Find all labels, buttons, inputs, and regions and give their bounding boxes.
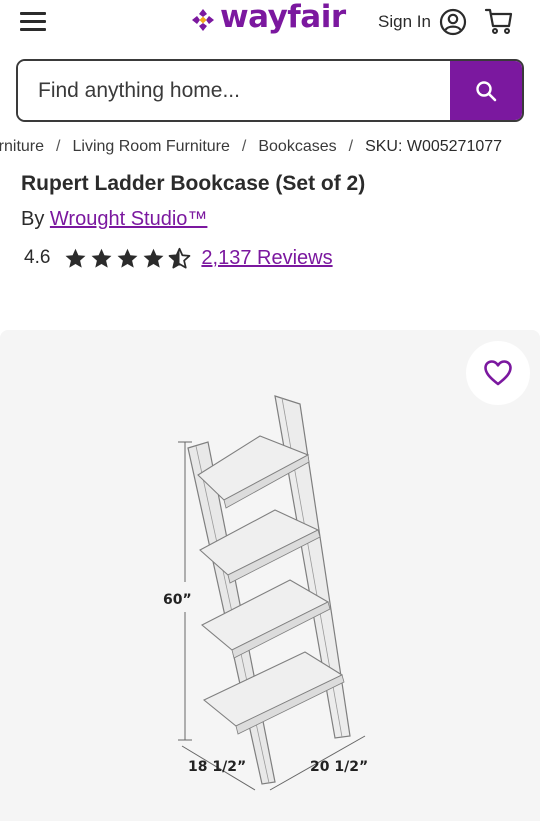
sign-in-button[interactable]: Sign In [378,8,467,36]
brand-byline: By Wrought Studio™ [21,208,207,231]
logo-text: wayfair [220,0,346,35]
star-half-icon [169,247,191,268]
width-dimension-label: 20 1/2” [310,759,368,775]
wayfair-logo[interactable]: wayfair [190,0,346,40]
breadcrumb-item-living-room-furniture[interactable]: Living Room Furniture [72,138,229,156]
star-full-icon [143,248,164,268]
search-input[interactable] [18,61,450,120]
top-bar: wayfair Sign In [0,0,540,44]
breadcrumb: Furniture / Living Room Furniture / Book… [0,136,540,160]
hamburger-icon[interactable] [20,10,46,32]
cart-icon[interactable] [484,6,514,36]
search-button[interactable] [450,61,522,120]
product-image: 60” 18 1/2” 20 1/2” [163,395,368,791]
search-bar [16,59,524,122]
sku-label: SKU: W005271077 [365,138,503,155]
breadcrumb-separator: / [348,138,354,155]
star-full-icon [91,248,112,268]
rating-value: 4.6 [24,247,51,268]
breadcrumb-separator: / [56,138,61,155]
reviews-link[interactable]: 2,137 Reviews [201,247,332,270]
product-title: Rupert Ladder Bookcase (Set of 2) [21,172,366,195]
logo-pinwheel-icon [192,9,214,31]
heart-icon [484,360,512,386]
breadcrumb-item-bookcases[interactable]: Bookcases [258,138,336,156]
depth-dimension-label: 18 1/2” [188,759,246,775]
star-full-icon [117,248,138,268]
by-label: By [21,208,45,230]
star-rating [64,247,191,270]
brand-link[interactable]: Wrought Studio™ [50,208,208,230]
star-full-icon [65,248,86,268]
search-icon [476,80,497,101]
breadcrumb-separator: / [241,138,247,155]
height-dimension-label: 60” [163,592,192,608]
breadcrumb-item-furniture[interactable]: Furniture [0,138,44,156]
favorite-button[interactable] [466,341,530,405]
rating-row: 4.6 2,137 Reviews [24,243,333,273]
sign-in-label: Sign In [378,12,431,31]
user-circle-icon [439,8,467,36]
